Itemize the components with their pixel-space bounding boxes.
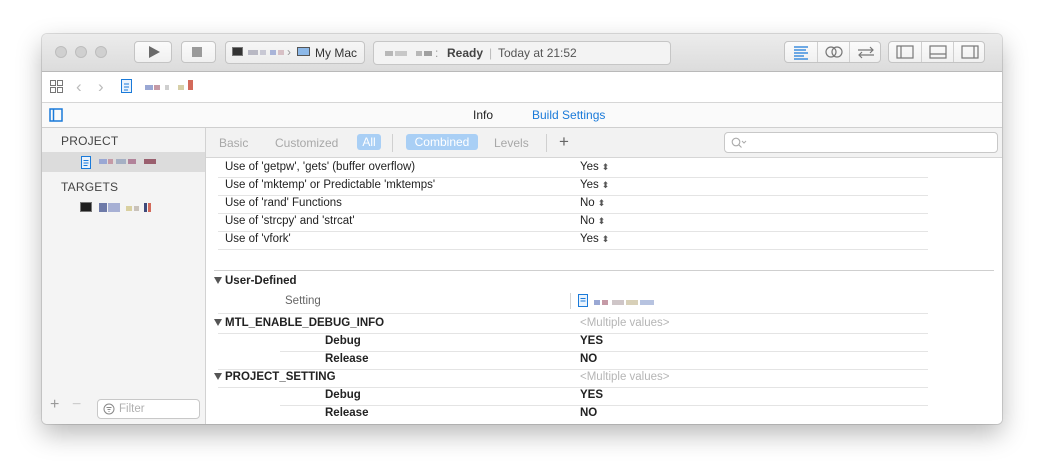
combined-view-button[interactable]: Combined <box>406 134 478 150</box>
editor-mode-group <box>784 41 881 63</box>
project-section-header: PROJECT <box>61 134 119 148</box>
stepper-arrows-icon: ⬍ <box>601 162 610 172</box>
app-target-icon <box>80 202 92 212</box>
show-targets-list-icon[interactable] <box>49 108 63 122</box>
lines-icon <box>794 46 808 60</box>
disclosure-triangle-icon[interactable] <box>214 319 222 326</box>
chevron-right-icon: › <box>287 45 291 59</box>
editor-tab-bar: Info Build Settings <box>42 103 1002 128</box>
status-text: Ready <box>447 46 484 60</box>
target-list-item[interactable] <box>42 198 205 218</box>
forward-arrow-icon[interactable]: › <box>98 77 104 97</box>
xcode-window: › My Mac : Ready | Today at 21:52 ‹ › In… <box>42 34 1002 424</box>
build-settings-filter-bar: Basic Customized All Combined Levels + <box>206 128 1002 158</box>
disclosure-triangle-icon[interactable] <box>214 373 222 380</box>
config-row-debug[interactable]: Debug YES <box>206 333 1002 351</box>
add-target-button[interactable]: + <box>50 396 59 414</box>
swap-arrows-icon <box>858 46 874 59</box>
left-panel-icon <box>896 45 914 59</box>
version-editor-button[interactable] <box>849 42 882 62</box>
toggle-debug-area-button[interactable] <box>921 42 954 62</box>
filter-placeholder: Filter <box>119 403 145 415</box>
stepper-arrows-icon: ⬍ <box>597 216 606 226</box>
destination-label: My Mac <box>315 46 357 60</box>
project-file-icon[interactable] <box>121 79 132 93</box>
back-arrow-icon[interactable]: ‹ <box>76 77 82 97</box>
project-file-icon <box>578 294 588 307</box>
stop-icon <box>192 47 202 57</box>
targets-section-header: TARGETS <box>61 180 119 194</box>
filter-icon <box>103 403 115 415</box>
related-items-grid-icon[interactable] <box>50 80 63 93</box>
levels-view-button[interactable]: Levels <box>494 136 529 150</box>
setting-column-header: Setting <box>206 293 1002 311</box>
play-icon <box>149 46 160 58</box>
config-row-debug[interactable]: Debug YES <box>206 387 1002 405</box>
add-setting-button[interactable]: + <box>559 132 569 152</box>
minimize-window-button[interactable] <box>75 46 87 58</box>
app-icon <box>232 47 243 56</box>
disclosure-triangle-icon[interactable] <box>214 277 222 284</box>
close-window-button[interactable] <box>55 46 67 58</box>
breadcrumb-redacted[interactable] <box>145 85 153 90</box>
activity-status: : Ready | Today at 21:52 <box>373 41 671 65</box>
bottom-panel-icon <box>929 45 947 59</box>
setting-row[interactable]: Use of 'vfork' Yes ⬍ <box>206 231 1002 249</box>
config-row-release[interactable]: Release NO <box>206 351 1002 369</box>
filter-basic-button[interactable]: Basic <box>219 136 248 150</box>
status-time: Today at 21:52 <box>498 46 577 60</box>
jump-bar: ‹ › <box>42 72 1002 103</box>
toggle-inspector-button[interactable] <box>953 42 986 62</box>
filter-customized-button[interactable]: Customized <box>275 136 338 150</box>
scheme-selector[interactable]: › My Mac <box>225 41 365 64</box>
setting-row[interactable]: Use of 'strcpy' and 'strcat' No ⬍ <box>206 213 1002 231</box>
project-list-item[interactable] <box>42 152 205 172</box>
standard-editor-button[interactable] <box>785 42 817 62</box>
user-setting-row[interactable]: PROJECT_SETTING <Multiple values> <box>206 369 1002 387</box>
mac-icon <box>297 47 310 56</box>
remove-target-button[interactable]: − <box>72 396 81 414</box>
zoom-window-button[interactable] <box>95 46 107 58</box>
tab-build-settings[interactable]: Build Settings <box>532 108 605 122</box>
assistant-editor-button[interactable] <box>817 42 850 62</box>
tab-info[interactable]: Info <box>473 108 493 122</box>
settings-search-field[interactable] <box>724 132 998 153</box>
build-settings-editor: Basic Customized All Combined Levels + U… <box>206 128 1002 424</box>
setting-row[interactable]: Use of 'getpw', 'gets' (buffer overflow)… <box>206 159 1002 177</box>
toolbar: › My Mac : Ready | Today at 21:52 <box>42 34 1002 72</box>
target-filter-field[interactable]: Filter <box>97 399 200 419</box>
config-row-release[interactable]: Release NO <box>206 405 1002 423</box>
user-setting-row[interactable]: MTL_ENABLE_DEBUG_INFO <Multiple values> <box>206 315 1002 333</box>
filter-all-button[interactable]: All <box>357 134 381 150</box>
stepper-arrows-icon: ⬍ <box>597 198 606 208</box>
stepper-arrows-icon: ⬍ <box>601 180 610 190</box>
run-button[interactable] <box>134 41 172 63</box>
toggle-navigator-button[interactable] <box>889 42 921 62</box>
panel-toggle-group <box>888 41 985 63</box>
setting-row[interactable]: Use of 'mktemp' or Predictable 'mktemps'… <box>206 177 1002 195</box>
venn-circles-icon <box>825 46 843 58</box>
stepper-arrows-icon: ⬍ <box>601 234 610 244</box>
project-file-icon <box>81 156 91 169</box>
right-panel-icon <box>961 45 979 59</box>
setting-row[interactable]: Use of 'rand' Functions No ⬍ <box>206 195 1002 213</box>
project-target-list: PROJECT TARGETS + − Filter <box>42 128 206 424</box>
user-defined-section-header[interactable]: User-Defined <box>206 273 1002 291</box>
search-icon <box>731 137 747 148</box>
stop-button[interactable] <box>181 41 216 63</box>
scheme-name-redacted <box>248 50 258 55</box>
